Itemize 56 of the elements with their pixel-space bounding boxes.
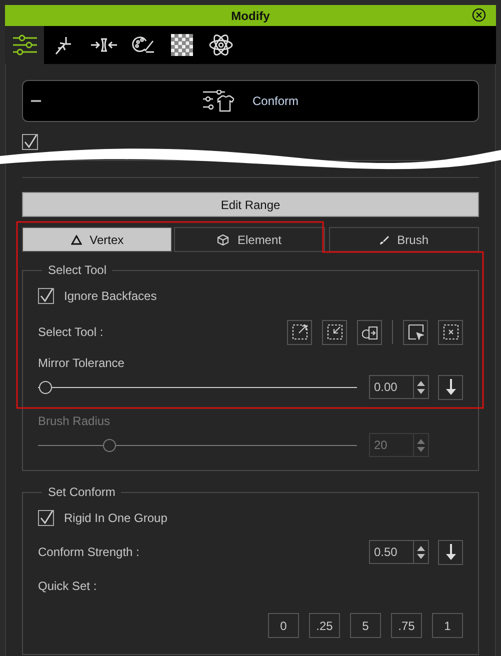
field-label: Conform Strength : <box>38 545 140 559</box>
atom-icon <box>208 33 234 57</box>
checkbox[interactable] <box>38 510 54 526</box>
apply-button[interactable] <box>438 374 463 400</box>
range-tab[interactable]: Vertex <box>22 227 172 252</box>
down-arrow-icon <box>446 544 456 560</box>
apply-button[interactable] <box>438 540 463 564</box>
section-header[interactable]: Conform <box>22 80 479 122</box>
clear-selection-icon <box>442 324 458 340</box>
brush-icon <box>379 234 390 244</box>
palette-icon <box>132 35 156 55</box>
group-title: Select Tool <box>47 263 108 277</box>
cube-icon <box>217 234 230 246</box>
quick-set-button[interactable]: 5 <box>350 613 381 638</box>
close-icon[interactable] <box>472 8 486 22</box>
select-tool-button[interactable] <box>438 320 463 344</box>
quick-set-button[interactable]: .25 <box>309 613 340 638</box>
checkbox-label: Rigid In One Group <box>64 511 168 525</box>
range-tab[interactable]: Element <box>174 227 325 252</box>
select-pointer-icon <box>408 324 424 340</box>
spin-down-icon[interactable] <box>417 554 425 560</box>
sliders-icon <box>12 34 38 56</box>
slider-label: Mirror Tolerance <box>38 356 124 370</box>
select-tool-button[interactable] <box>322 320 347 344</box>
select-shrink-icon <box>326 324 342 340</box>
edit-range-button[interactable]: Edit Range <box>22 192 479 217</box>
slider-label: Brush Radius <box>38 414 110 428</box>
toolbar-tab[interactable] <box>5 26 44 64</box>
select-tool-button[interactable] <box>357 320 382 344</box>
checkbox-label: Ignore Backfaces <box>64 289 157 303</box>
quick-set-label: Quick Set : <box>38 579 98 593</box>
select-tool-button[interactable] <box>403 320 428 344</box>
sliders-shirt-icon <box>202 90 234 112</box>
spin-up-icon[interactable] <box>417 544 425 550</box>
checkbox[interactable] <box>22 134 38 150</box>
quick-set-button[interactable]: .75 <box>391 613 422 638</box>
select-loop-icon <box>362 324 378 340</box>
compress-icon <box>90 37 118 53</box>
number-field[interactable]: 0.50 <box>369 540 429 564</box>
checkerboard-icon <box>171 34 193 56</box>
group-title: Set Conform <box>47 485 116 499</box>
spin-up-icon[interactable] <box>417 380 425 386</box>
slider-thumb[interactable] <box>39 380 52 394</box>
spin-down-icon[interactable] <box>417 388 425 394</box>
triangle-icon <box>70 234 82 244</box>
down-arrow-icon <box>446 379 456 395</box>
checkbox[interactable] <box>38 288 54 304</box>
section-title: Conform <box>252 94 298 108</box>
select-tool-label: Select Tool : <box>38 325 104 339</box>
number-field[interactable]: 0.00 <box>369 375 429 399</box>
quick-set-button[interactable]: 0 <box>268 613 299 638</box>
select-tool-button[interactable] <box>287 320 312 344</box>
range-tab[interactable]: Brush <box>328 227 479 252</box>
quick-set-button[interactable]: 1 <box>432 613 463 638</box>
window-title: Modify <box>231 8 270 22</box>
select-expand-icon <box>292 324 308 340</box>
